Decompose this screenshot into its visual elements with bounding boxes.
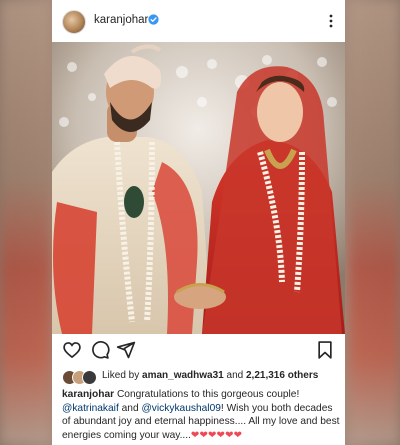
more-options-icon[interactable] (329, 13, 333, 29)
caption-and: and (121, 402, 139, 414)
comment-icon[interactable] (90, 340, 110, 360)
caption-mention-katrina[interactable]: @katrinakaif (62, 403, 119, 414)
background-blur-right (348, 0, 400, 445)
post-actions-bar (52, 336, 345, 364)
likes-row[interactable]: Liked by aman_wadhwa31 and 2,21,316 othe… (62, 370, 342, 385)
caption-line1: Congratulations to this gorgeous couple! (116, 389, 300, 400)
post-photo[interactable] (52, 42, 345, 334)
instagram-post-card: karanjohar Liked by aman_wadhwa31 and 2,… (52, 0, 345, 445)
post-username[interactable]: karanjohar (94, 14, 148, 26)
heart-icon[interactable] (62, 340, 82, 360)
liked-by-prefix: Liked by (102, 370, 140, 381)
post-caption: karanjohar Congratulations to this gorge… (62, 388, 340, 442)
caption-author[interactable]: karanjohar (62, 389, 114, 400)
post-header: karanjohar (52, 0, 345, 42)
verified-badge-icon (148, 14, 159, 25)
liked-by-user[interactable]: aman_wadhwa31 (142, 370, 224, 381)
profile-avatar[interactable] (62, 10, 86, 34)
share-icon[interactable] (116, 340, 136, 360)
liked-by-count[interactable]: 2,21,316 others (246, 370, 318, 381)
bookmark-icon[interactable] (315, 340, 335, 360)
wedding-photo-illustration (52, 42, 345, 334)
liked-by-and: and (226, 370, 244, 381)
caption-mention-vicky[interactable]: @vickykaushal09 (141, 403, 220, 414)
background-blur-left (0, 0, 52, 445)
caption-hearts: ❤❤❤❤❤❤ (190, 429, 243, 441)
liked-by-avatars (62, 370, 98, 385)
liker-avatar (82, 370, 97, 385)
liked-by-text: Liked by aman_wadhwa31 and 2,21,316 othe… (102, 370, 318, 381)
